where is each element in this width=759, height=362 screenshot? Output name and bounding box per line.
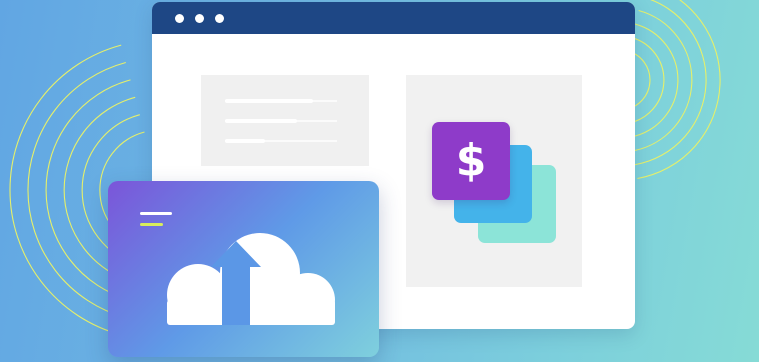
arc-line <box>637 0 721 180</box>
text-line-placeholder <box>225 99 313 103</box>
dollar-card: $ <box>432 122 510 200</box>
window-dot-icon <box>175 14 184 23</box>
arc-line <box>9 44 122 336</box>
cloud-upload-icon <box>167 233 335 325</box>
illustration-scene: $ <box>0 0 759 362</box>
text-line-placeholder <box>225 139 265 143</box>
browser-title-bar <box>152 2 635 34</box>
dollar-icon: $ <box>455 135 487 186</box>
arc-line <box>632 9 693 152</box>
payment-panel: $ <box>406 75 582 287</box>
arc-line <box>634 0 707 166</box>
menu-icon <box>140 212 172 215</box>
text-line-placeholder <box>225 119 297 123</box>
cloud-icon <box>167 233 335 325</box>
window-dot-icon <box>195 14 204 23</box>
text-placeholder-panel <box>201 75 369 166</box>
cloud-upload-card <box>108 181 379 357</box>
window-dot-icon <box>215 14 224 23</box>
